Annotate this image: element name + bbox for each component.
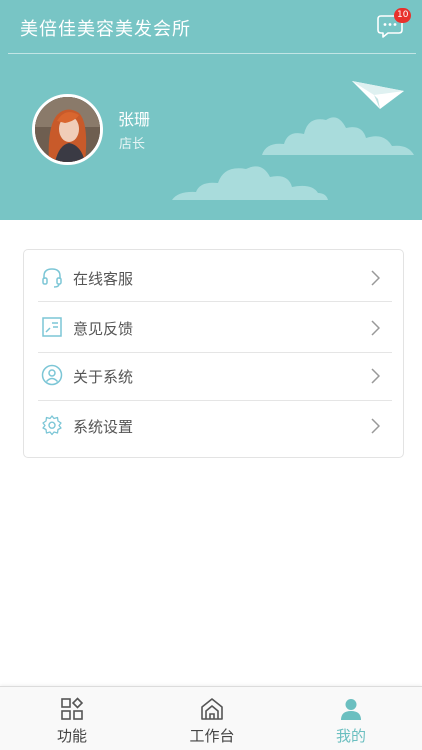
menu-item-label: 在线客服	[73, 270, 134, 288]
tab-mine[interactable]: 我的	[281, 687, 421, 750]
top-bar: 美倍佳美容美发会所 10	[0, 0, 422, 54]
user-role: 店长	[119, 137, 146, 152]
menu-item-feedback[interactable]: 意见反馈	[24, 303, 403, 353]
avatar-portrait	[35, 97, 100, 162]
chevron-right-icon	[371, 270, 380, 286]
profile-header: 美倍佳美容美发会所 10 张珊 店长	[0, 0, 422, 220]
profile-screen: 美倍佳美容美发会所 10 张珊 店长 在线客服 意见反馈 关于系统 系统设置 功…	[0, 0, 422, 750]
chevron-right-icon	[371, 320, 380, 336]
menu-item-online-service[interactable]: 在线客服	[24, 253, 403, 303]
headset-icon	[42, 268, 62, 288]
person-icon	[341, 699, 361, 720]
grid-icon	[61, 697, 84, 720]
notification-badge: 10	[394, 8, 412, 23]
app-title: 美倍佳美容美发会所	[20, 19, 191, 40]
user-circle-icon	[41, 364, 63, 386]
user-name: 张珊	[118, 110, 151, 129]
tab-label: 功能	[56, 727, 87, 745]
chevron-right-icon	[371, 368, 380, 384]
menu-card: 在线客服 意见反馈 关于系统 系统设置	[23, 249, 404, 458]
cloud-decoration	[262, 117, 414, 155]
tab-label: 工作台	[189, 727, 235, 745]
avatar[interactable]	[32, 94, 103, 165]
tab-label: 我的	[335, 727, 366, 745]
menu-item-label: 关于系统	[73, 368, 134, 386]
menu-divider	[38, 301, 392, 302]
feedback-icon	[42, 317, 62, 337]
bottom-tab-bar: 功能 工作台 我的	[0, 686, 422, 750]
header-divider	[8, 53, 416, 54]
paper-plane-icon	[352, 81, 404, 109]
settings-icon	[42, 415, 62, 436]
menu-item-settings[interactable]: 系统设置	[24, 401, 403, 451]
cloud-decoration	[172, 166, 328, 200]
menu-item-label: 系统设置	[73, 418, 134, 436]
menu-item-about-system[interactable]: 关于系统	[24, 351, 403, 401]
chevron-right-icon	[371, 418, 380, 434]
tab-functions[interactable]: 功能	[2, 687, 142, 750]
home-icon	[201, 698, 223, 720]
tab-workbench[interactable]: 工作台	[142, 687, 282, 750]
menu-item-label: 意见反馈	[73, 320, 134, 338]
